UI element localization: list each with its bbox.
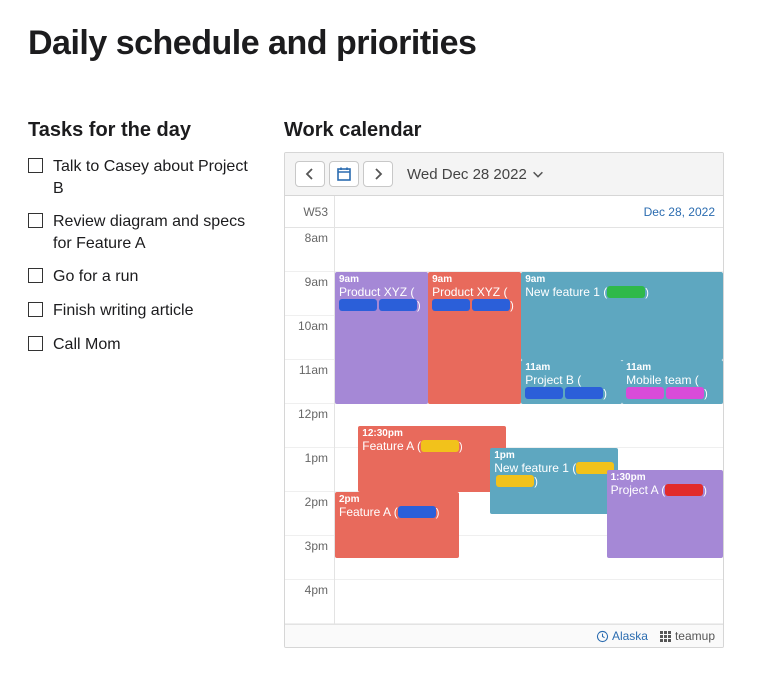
category-pill [496,475,534,487]
category-pill [421,440,459,452]
events-layer: 9amProduct XYZ ()Product XYZ9amProduct X… [335,228,723,624]
calendar-event[interactable]: 11amMobile team ()Mobile team [622,360,723,404]
task-checkbox[interactable] [28,268,43,283]
time-label: 1pm [285,448,334,492]
tasks-heading: Tasks for the day [28,119,256,142]
timezone-label: Alaska [612,629,648,643]
page-title: Daily schedule and priorities [28,24,730,63]
calendar-event[interactable]: 9amNew feature 1 ()New feature 1 [521,272,723,360]
calendar-widget: Wed Dec 28 2022 W53 8am9am10am11am12pm1p… [284,152,724,648]
tasks-panel: Tasks for the day Talk to Casey about Pr… [28,119,256,367]
time-label: 9am [285,272,334,316]
time-label: 10am [285,316,334,360]
category-pill [525,387,563,399]
task-label: Review diagram and specs for Feature A [53,211,256,254]
date-header: Dec 28, 2022 [335,196,723,228]
task-item: Go for a run [28,266,256,288]
time-gutter: W53 8am9am10am11am12pm1pm2pm3pm4pm [285,196,335,624]
calendar-event[interactable]: 1:30pmProject A ()Project A [607,470,723,558]
event-title: New feature 1 ( [525,285,607,299]
time-label: 2pm [285,492,334,536]
calendar-event[interactable]: 2pmFeature A ()Feature A [335,492,459,558]
event-title: New feature 1 ( [494,461,576,475]
time-label: 11am [285,360,334,404]
today-button[interactable] [329,161,359,187]
calendar-event[interactable]: 11amProject B ()Project B [521,360,622,404]
task-item: Finish writing article [28,300,256,322]
event-title: Feature A ( [339,505,398,519]
category-pill [626,387,664,399]
category-pill [472,299,510,311]
event-title: Project A ( [611,483,666,497]
time-label: 4pm [285,580,334,624]
event-title: Feature A ( [362,439,421,453]
calendar-body: W53 8am9am10am11am12pm1pm2pm3pm4pm Dec 2… [285,196,723,624]
prev-button[interactable] [295,161,325,187]
time-label: 8am [285,228,334,272]
category-pill [565,387,603,399]
calendar-event[interactable]: 9amProduct XYZ ()Product XYZ [335,272,428,404]
task-checkbox[interactable] [28,336,43,351]
task-item: Call Mom [28,334,256,356]
timezone-link[interactable]: Alaska [596,629,648,643]
task-label: Call Mom [53,334,121,356]
date-label: Wed Dec 28 2022 [407,166,527,183]
category-pill [432,299,470,311]
event-title: Product XYZ ( [339,285,414,299]
calendar-heading: Work calendar [284,119,730,142]
week-label: W53 [285,196,334,228]
task-checkbox[interactable] [28,158,43,173]
task-label: Talk to Casey about Project B [53,156,256,199]
chevron-left-icon [302,166,318,182]
next-button[interactable] [363,161,393,187]
event-title: Mobile team ( [626,373,699,387]
brand-label: teamup [675,629,715,643]
calendar-toolbar: Wed Dec 28 2022 [285,153,723,196]
category-pill [339,299,377,311]
calendar-event[interactable]: 1pmNew feature 1 ()New feature 1 [490,448,618,514]
calendar-event[interactable]: 12:30pmFeature A ()Feature A [358,426,505,492]
brand-icon [660,631,671,642]
event-title: Product XYZ ( [432,285,507,299]
task-checkbox[interactable] [28,302,43,317]
category-pill [379,299,417,311]
calendar-footer: Alaska teamup [285,624,723,647]
category-pill [666,387,704,399]
calendar-event[interactable]: 9amProduct XYZ ()Product XYZ [428,272,521,404]
calendar-grid[interactable]: Dec 28, 2022 9amProduct XYZ ()Product XY… [335,196,723,624]
chevron-down-icon [531,167,545,181]
task-label: Go for a run [53,266,138,288]
task-checkbox[interactable] [28,213,43,228]
calendar-panel: Work calendar Wed [284,119,730,648]
chevron-right-icon [370,166,386,182]
event-title: Project B ( [525,373,581,387]
date-picker[interactable]: Wed Dec 28 2022 [407,166,545,183]
task-list: Talk to Casey about Project B Review diag… [28,156,256,355]
time-label: 3pm [285,536,334,580]
time-label: 12pm [285,404,334,448]
category-pill [398,506,436,518]
category-pill [665,484,703,496]
task-item: Talk to Casey about Project B [28,156,256,199]
task-label: Finish writing article [53,300,193,322]
calendar-icon [336,166,352,182]
clock-icon [596,630,609,643]
brand-link[interactable]: teamup [660,629,715,643]
task-item: Review diagram and specs for Feature A [28,211,256,254]
category-pill [607,286,645,298]
